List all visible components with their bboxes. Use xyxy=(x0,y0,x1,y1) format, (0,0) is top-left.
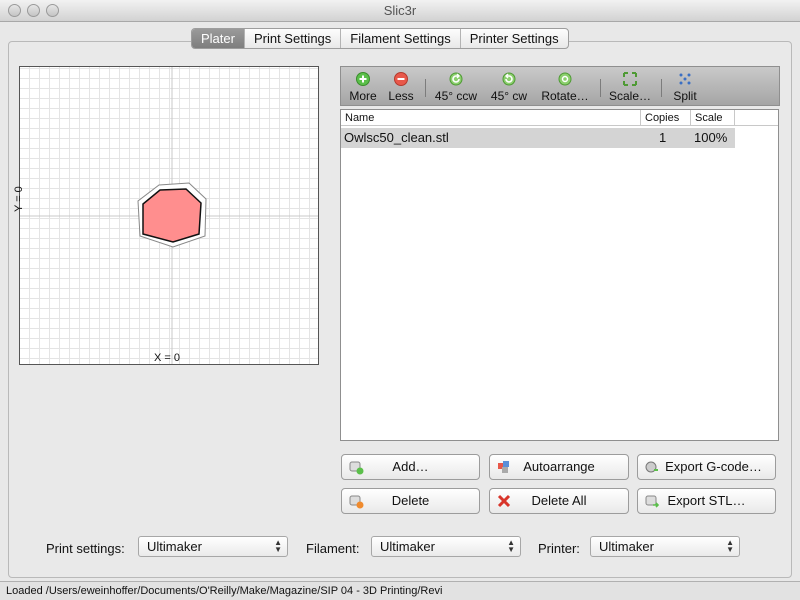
export-stl-button[interactable]: Export STL… xyxy=(637,488,776,514)
plater-canvas[interactable] xyxy=(19,66,319,365)
scale-icon xyxy=(623,72,637,86)
rotate-ccw-label: 45° ccw xyxy=(434,89,478,103)
autoarrange-button[interactable]: Autoarrange xyxy=(489,454,629,480)
print-settings-value: Ultimaker xyxy=(147,539,202,554)
export-stl-label: Export STL… xyxy=(667,493,746,508)
window-title: Slic3r xyxy=(383,3,417,18)
tab-bar: Plater Print Settings Filament Settings … xyxy=(191,28,569,49)
build-plate-view xyxy=(20,67,318,364)
less-label: Less xyxy=(388,89,414,103)
split-label: Split xyxy=(673,89,697,103)
export-gcode-icon xyxy=(645,461,658,473)
more-button[interactable]: More xyxy=(345,67,381,105)
printer-label: Printer: xyxy=(538,541,580,556)
printer-select[interactable]: Ultimaker ▲ ▼ xyxy=(590,536,740,557)
object-shape xyxy=(142,188,202,243)
autoarrange-label: Autoarrange xyxy=(523,459,595,474)
split-button[interactable]: Split xyxy=(667,67,703,105)
rotate-ccw-button[interactable]: 45° ccw xyxy=(431,67,481,105)
column-header-scale[interactable]: Scale xyxy=(691,110,735,126)
rotate-cw-icon xyxy=(502,72,516,86)
delete-label: Delete xyxy=(391,493,430,508)
toolbar-separator xyxy=(600,79,601,97)
add-label: Add… xyxy=(392,459,429,474)
list-header: Name Copies Scale xyxy=(341,110,778,126)
tab-filament-settings[interactable]: Filament Settings xyxy=(340,29,459,48)
toolbar-separator xyxy=(425,79,426,97)
toolbar-separator xyxy=(661,79,662,97)
delete-all-label: Delete All xyxy=(531,493,587,508)
delete-object-icon xyxy=(349,495,364,509)
plater-toolbar: More Less 45° ccw 45° cw Rotate… Scale… … xyxy=(340,66,780,106)
export-stl-icon xyxy=(645,495,660,508)
printer-value: Ultimaker xyxy=(599,539,654,554)
rotate-button[interactable]: Rotate… xyxy=(537,67,593,105)
less-button[interactable]: Less xyxy=(383,67,419,105)
filament-value: Ultimaker xyxy=(380,539,435,554)
delete-all-button[interactable]: Delete All xyxy=(489,488,629,514)
rotate-cw-label: 45° cw xyxy=(490,89,528,103)
rotate-icon xyxy=(558,72,572,86)
plus-circle-icon xyxy=(356,72,370,86)
rotate-label: Rotate… xyxy=(541,89,589,103)
export-gcode-label: Export G-code… xyxy=(665,459,762,474)
print-settings-select[interactable]: Ultimaker ▲ ▼ xyxy=(138,536,288,557)
tab-print-settings[interactable]: Print Settings xyxy=(243,29,340,48)
add-button[interactable]: Add… xyxy=(341,454,480,480)
object-copies: 1 xyxy=(659,130,667,145)
more-label: More xyxy=(349,89,377,103)
rotate-cw-button[interactable]: 45° cw xyxy=(487,67,531,105)
filament-select[interactable]: Ultimaker ▲ ▼ xyxy=(371,536,521,557)
tab-plater[interactable]: Plater xyxy=(192,29,244,48)
y-axis-label: Y = 0 xyxy=(13,186,25,212)
column-header-name[interactable]: Name xyxy=(341,110,641,126)
select-arrows-icon: ▲ ▼ xyxy=(507,538,515,554)
object-scale: 100% xyxy=(694,130,728,145)
delete-all-icon xyxy=(497,494,511,508)
tab-printer-settings[interactable]: Printer Settings xyxy=(459,29,568,48)
add-object-icon xyxy=(349,461,364,475)
delete-button[interactable]: Delete xyxy=(341,488,480,514)
list-item[interactable]: Owlsc50_clean.stl 1 100% xyxy=(341,128,735,148)
minus-circle-icon xyxy=(394,72,408,86)
object-name: Owlsc50_clean.stl xyxy=(344,130,449,145)
column-header-copies[interactable]: Copies xyxy=(641,110,691,126)
scale-button[interactable]: Scale… xyxy=(607,67,653,105)
export-gcode-button[interactable]: Export G-code… xyxy=(637,454,776,480)
rotate-ccw-icon xyxy=(449,72,463,86)
autoarrange-icon xyxy=(498,461,509,473)
select-arrows-icon: ▲ ▼ xyxy=(726,538,734,554)
x-axis-label: X = 0 xyxy=(154,352,180,364)
status-bar: Loaded /Users/eweinhoffer/Documents/O'Re… xyxy=(0,581,800,600)
object-list[interactable]: Name Copies Scale Owlsc50_clean.stl 1 10… xyxy=(340,109,779,441)
print-settings-label: Print settings: xyxy=(46,541,125,556)
select-arrows-icon: ▲ ▼ xyxy=(274,538,282,554)
filament-label: Filament: xyxy=(306,541,360,556)
title-bar: Slic3r xyxy=(0,0,800,22)
split-icon xyxy=(679,73,691,85)
scale-label: Scale… xyxy=(608,89,652,103)
